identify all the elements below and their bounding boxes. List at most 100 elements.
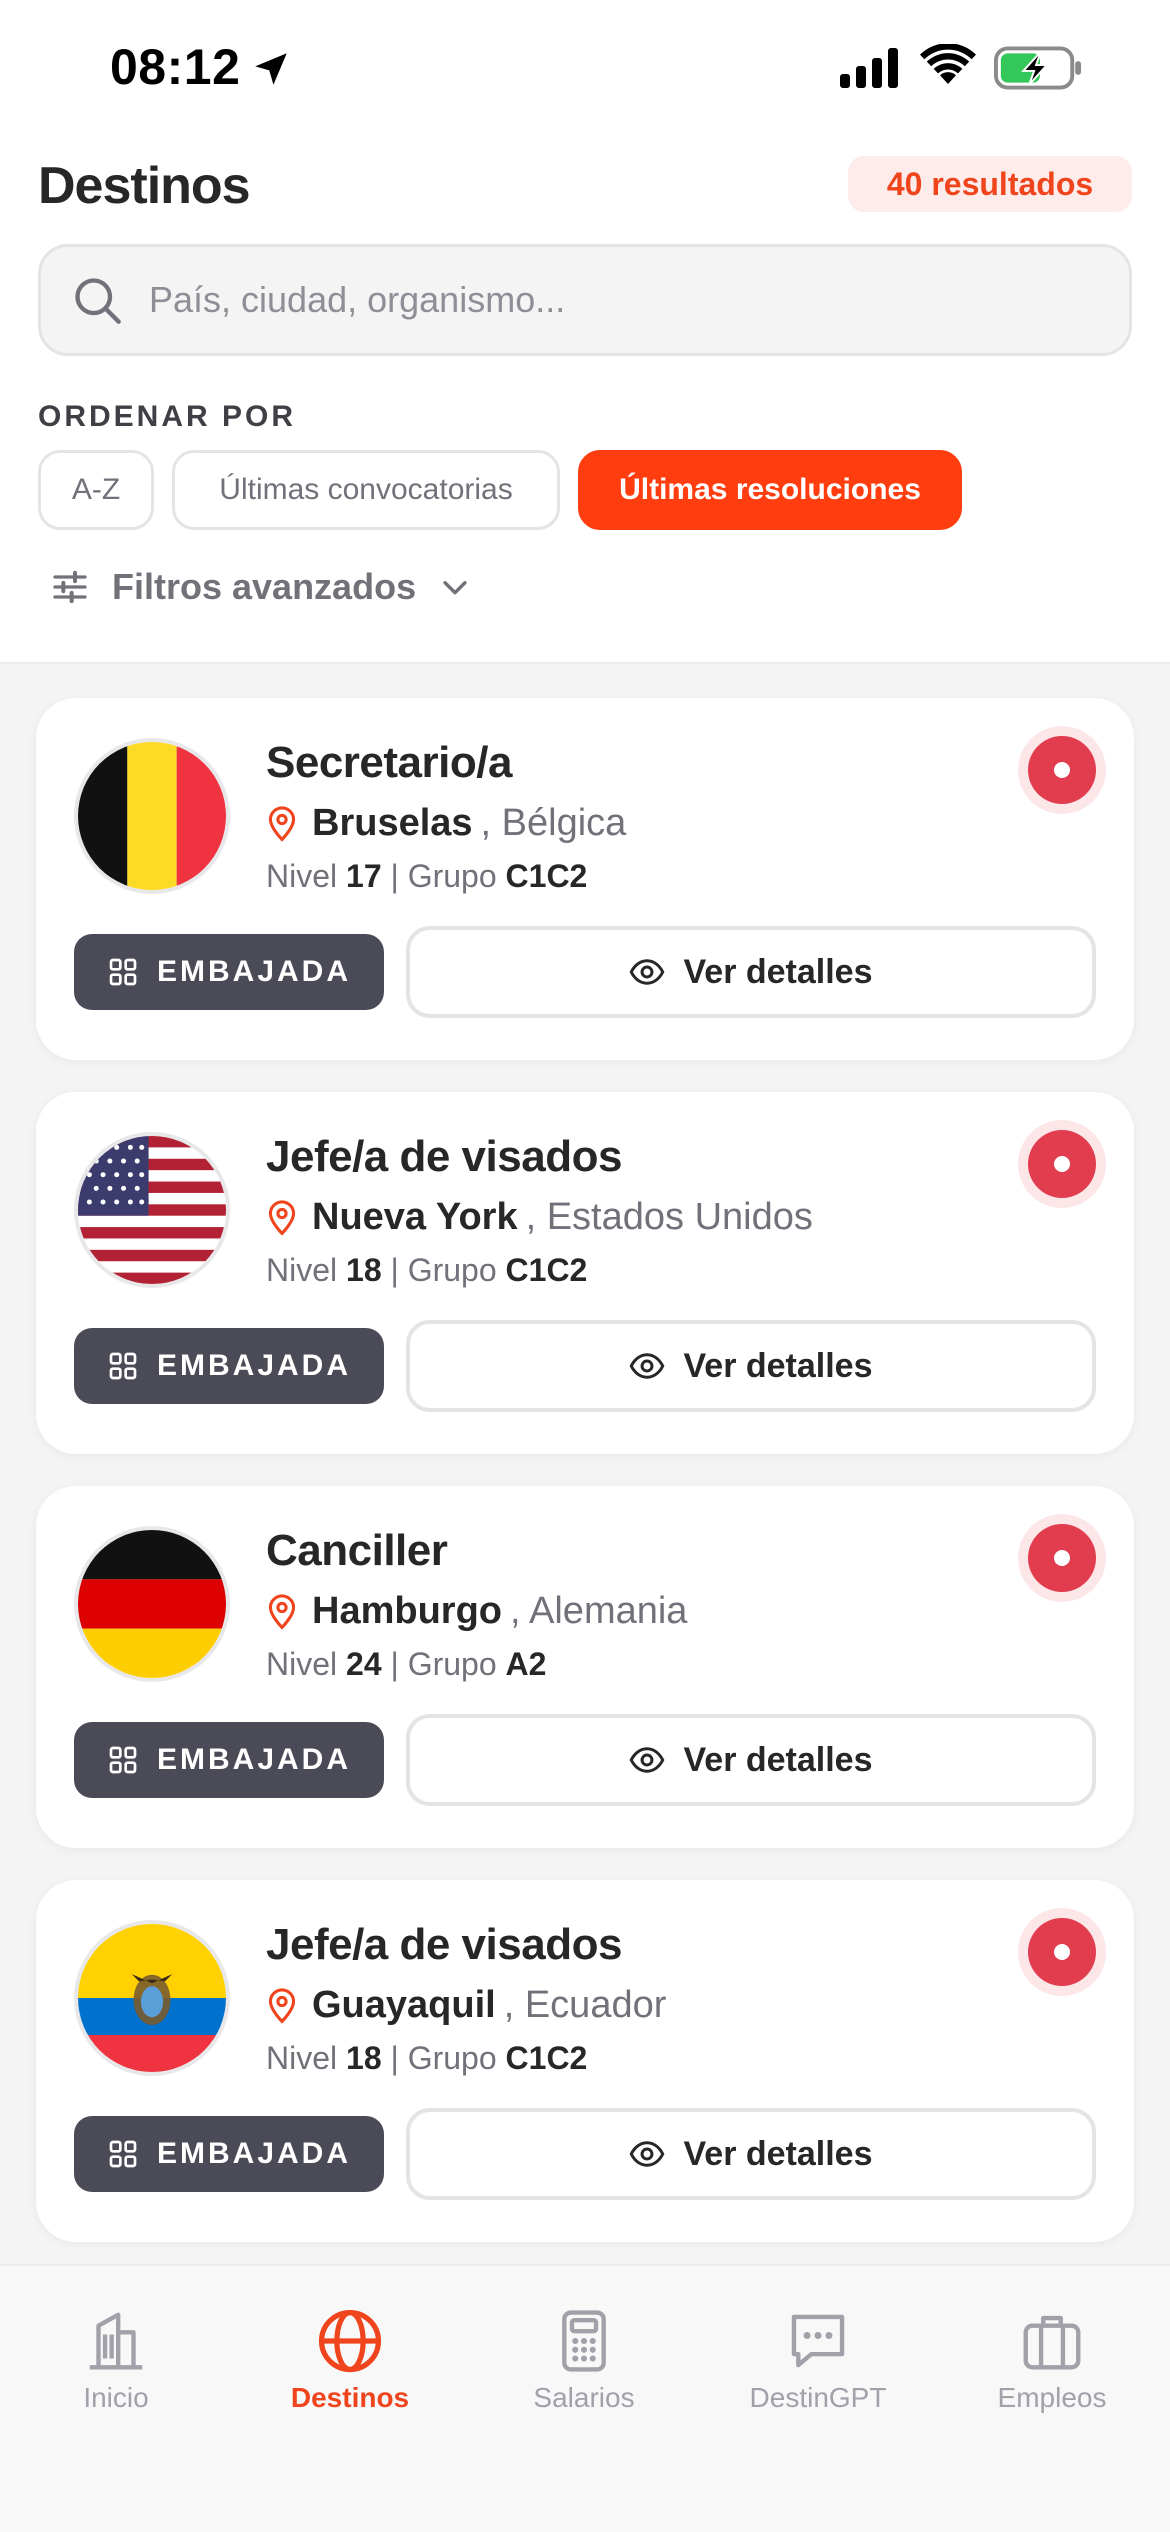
tag-label: EMBAJADA xyxy=(156,1743,351,1776)
level-label: Nivel xyxy=(266,2040,338,2076)
view-details-label: Ver detalles xyxy=(683,1346,873,1385)
tab-label: DestinGPT xyxy=(749,2382,887,2413)
country-name: , Estados Unidos xyxy=(525,1196,813,1238)
battery-charging-icon xyxy=(994,46,1082,90)
country-name: , Alemania xyxy=(510,1590,688,1632)
group-value: C1C2 xyxy=(505,858,588,894)
view-details-button[interactable]: Ver detalles xyxy=(406,1320,1096,1412)
sliders-icon xyxy=(53,570,87,604)
meta-separator: | xyxy=(381,1252,408,1288)
tag-label: EMBAJADA xyxy=(156,955,351,988)
sort-chip-az[interactable]: A-Z xyxy=(38,450,154,530)
cellular-signal-icon xyxy=(840,48,898,88)
location-line: Nueva York , Estados Unidos xyxy=(266,1196,813,1239)
city-name: Guayaquil xyxy=(312,1984,496,2026)
view-details-button[interactable]: Ver detalles xyxy=(406,1714,1096,1806)
wifi-icon xyxy=(920,44,976,84)
bottom-tab-bar: Inicio Destinos Salarios DestinGPT Emple… xyxy=(0,2264,1170,2532)
map-pin-icon xyxy=(268,1987,296,2024)
group-value: C1C2 xyxy=(505,2040,588,2076)
usa-flag xyxy=(74,1132,230,1288)
tag-label: EMBAJADA xyxy=(156,2137,351,2170)
destination-card[interactable]: Canciller Hamburgo , Alemania Nivel 24 |… xyxy=(36,1486,1134,1848)
destination-card[interactable]: Jefe/a de visados Guayaquil , Ecuador Ni… xyxy=(36,1880,1134,2242)
building-icon xyxy=(89,2312,143,2370)
tab-label: Empleos xyxy=(997,2382,1107,2413)
tag-label: EMBAJADA xyxy=(156,1349,351,1382)
tab-label: Destinos xyxy=(290,2382,410,2413)
group-label: Grupo xyxy=(407,858,497,894)
group-label: Grupo xyxy=(407,1252,497,1288)
germany-flag xyxy=(74,1526,230,1682)
embassy-tag: EMBAJADA xyxy=(74,934,384,1010)
view-details-button[interactable]: Ver detalles xyxy=(406,926,1096,1018)
meta-separator: | xyxy=(381,858,408,894)
level-group-line: Nivel 18 | Grupo C1C2 xyxy=(266,1252,587,1289)
eye-icon xyxy=(630,1747,665,1773)
level-label: Nivel xyxy=(266,1252,338,1288)
view-details-label: Ver detalles xyxy=(683,952,873,991)
level-group-line: Nivel 24 | Grupo A2 xyxy=(266,1646,546,1683)
search-icon xyxy=(75,278,121,324)
eye-icon xyxy=(630,959,665,985)
eye-icon xyxy=(630,2141,665,2167)
job-title: Canciller xyxy=(266,1526,448,1575)
view-details-label: Ver detalles xyxy=(683,1740,873,1779)
tab-empleos[interactable]: Empleos xyxy=(952,2306,1152,2414)
job-title: Jefe/a de visados xyxy=(266,1132,622,1181)
advanced-filters-label: Filtros avanzados xyxy=(112,566,417,607)
status-dot-button[interactable] xyxy=(1028,736,1096,804)
grid-icon xyxy=(109,1352,137,1380)
tab-salarios[interactable]: Salarios xyxy=(484,2306,684,2414)
location-line: Bruselas , Bélgica xyxy=(266,802,626,845)
group-value: C1C2 xyxy=(505,1252,588,1288)
map-pin-icon xyxy=(268,1199,296,1236)
grid-icon xyxy=(109,2140,137,2168)
city-name: Bruselas xyxy=(312,802,473,844)
search-bar[interactable] xyxy=(38,244,1132,356)
tab-label: Salarios xyxy=(533,2382,635,2413)
embassy-tag: EMBAJADA xyxy=(74,2116,384,2192)
grid-icon xyxy=(109,958,137,986)
eye-icon xyxy=(630,1353,665,1379)
embassy-tag: EMBAJADA xyxy=(74,1722,384,1798)
map-pin-icon xyxy=(268,1593,296,1630)
globe-icon xyxy=(318,2309,382,2373)
search-input[interactable] xyxy=(149,279,1049,321)
view-details-button[interactable]: Ver detalles xyxy=(406,2108,1096,2200)
meta-separator: | xyxy=(381,2040,408,2076)
view-details-label: Ver detalles xyxy=(683,2134,873,2173)
tab-inicio[interactable]: Inicio xyxy=(16,2306,216,2414)
tab-label: Inicio xyxy=(83,2382,149,2413)
job-title: Secretario/a xyxy=(266,738,512,787)
city-name: Hamburgo xyxy=(312,1590,502,1632)
grid-icon xyxy=(109,1746,137,1774)
advanced-filters-toggle[interactable]: Filtros avanzados xyxy=(50,562,472,612)
group-label: Grupo xyxy=(407,2040,497,2076)
sort-label: ORDENAR POR xyxy=(38,400,297,433)
map-pin-icon xyxy=(268,805,296,842)
level-label: Nivel xyxy=(266,1646,338,1682)
chevron-down-icon xyxy=(443,581,467,595)
destination-card[interactable]: Secretario/a Bruselas , Bélgica Nivel 17… xyxy=(36,698,1134,1060)
level-group-line: Nivel 17 | Grupo C1C2 xyxy=(266,858,587,895)
level-group-line: Nivel 18 | Grupo C1C2 xyxy=(266,2040,587,2077)
location-line: Hamburgo , Alemania xyxy=(266,1590,687,1633)
status-dot-button[interactable] xyxy=(1028,1918,1096,1986)
status-dot-button[interactable] xyxy=(1028,1524,1096,1592)
results-count-badge: 40 resultados xyxy=(848,156,1132,212)
tab-destingpt[interactable]: DestinGPT xyxy=(718,2306,918,2414)
tab-destinos[interactable]: Destinos xyxy=(250,2306,450,2414)
job-title: Jefe/a de visados xyxy=(266,1920,622,1969)
ecuador-flag xyxy=(74,1920,230,2076)
embassy-tag: EMBAJADA xyxy=(74,1328,384,1404)
calculator-icon xyxy=(562,2310,606,2372)
sort-chip-latest-resolutions[interactable]: Últimas resoluciones xyxy=(578,450,962,530)
level-value: 17 xyxy=(346,858,382,894)
city-name: Nueva York xyxy=(312,1196,518,1238)
meta-separator: | xyxy=(381,1646,408,1682)
status-dot-button[interactable] xyxy=(1028,1130,1096,1198)
destination-card[interactable]: Jefe/a de visados Nueva York , Estados U… xyxy=(36,1092,1134,1454)
sort-chip-latest-calls[interactable]: Últimas convocatorias xyxy=(172,450,560,530)
page-title: Destinos xyxy=(38,157,251,215)
